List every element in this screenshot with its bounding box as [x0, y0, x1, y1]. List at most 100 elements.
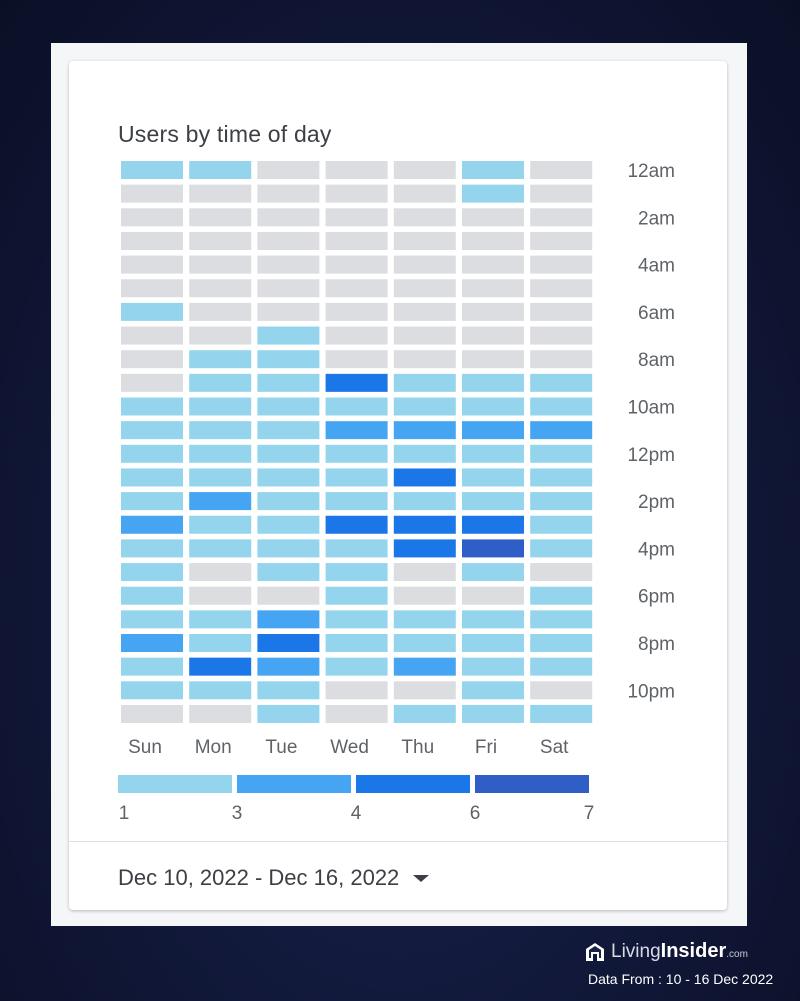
- heatmap-cell-sat-8am: [530, 350, 593, 369]
- heatmap-cell-fri-7pm: [462, 610, 524, 629]
- heatmap-cell-sat-10pm: [530, 681, 593, 700]
- data-from-caption: Data From : 10 - 16 Dec 2022: [588, 971, 774, 987]
- heatmap-cell-wed-2am: [325, 208, 388, 227]
- heatmap-cell-sun-12pm: [121, 444, 183, 463]
- heatmap-cell-wed-3am: [325, 231, 388, 250]
- heatmap-cell-thu-2pm: [393, 492, 456, 511]
- heatmap-cell-tue-2pm: [257, 492, 320, 511]
- heatmap-cell-sun-1am: [121, 184, 183, 203]
- brand-name-insider: Insider: [660, 940, 727, 962]
- legend-swatch-1: [118, 775, 232, 793]
- heatmap-cell-sat-2am: [530, 208, 593, 227]
- heatmap-cell-fri-8pm: [462, 634, 524, 652]
- heatmap-cell-fri-7am: [462, 326, 524, 345]
- legend-tick-label: 6: [470, 803, 481, 824]
- heatmap-cell-mon-4pm: [189, 539, 252, 558]
- heatmap-cell-thu-12pm: [393, 444, 456, 463]
- heatmap-cell-sat-12pm: [530, 444, 593, 463]
- heatmap-cell-tue-10pm: [257, 681, 320, 700]
- row-label-10am: 10am: [627, 398, 675, 419]
- heatmap-cell-mon-10am: [189, 397, 252, 416]
- heatmap-cell-mon-12pm: [189, 444, 252, 463]
- heatmap-cell-fri-6pm: [462, 586, 524, 605]
- heatmap-cell-sun-11am: [121, 421, 183, 440]
- heatmap-cell-mon-2pm: [189, 492, 252, 511]
- heatmap-cell-sun-4am: [121, 255, 183, 274]
- heatmap-cell-fri-1am: [462, 184, 524, 203]
- date-range-selector[interactable]: Dec 10, 2022 - Dec 16, 2022: [118, 861, 430, 895]
- heatmap-cell-sun-3pm: [121, 515, 183, 534]
- heatmap-cell-tue-12am: [257, 161, 320, 179]
- heatmap-cell-mon-6pm: [189, 586, 252, 605]
- heatmap-cell-sat-4pm: [530, 539, 593, 558]
- heatmap-cell-sat-12am: [530, 161, 593, 179]
- heatmap-cell-thu-1pm: [393, 468, 456, 487]
- heatmap-cell-wed-10am: [325, 397, 388, 416]
- row-label-8am: 8am: [638, 350, 675, 371]
- heatmap-cell-wed-4am: [325, 255, 388, 274]
- heatmap-cell-wed-8am: [325, 350, 388, 369]
- heatmap-cell-thu-8pm: [393, 634, 456, 652]
- heatmap-cell-fri-8am: [462, 350, 524, 369]
- heatmap-cell-thu-2am: [393, 208, 456, 227]
- legend-swatch-2: [237, 775, 351, 793]
- heatmap-cell-sun-9am: [121, 373, 183, 392]
- row-label-4am: 4am: [638, 256, 675, 277]
- heatmap-cell-mon-2am: [189, 208, 252, 227]
- heatmap-cell-sun-2pm: [121, 492, 183, 511]
- heatmap-cell-wed-1am: [325, 184, 388, 203]
- heatmap-cell-wed-4pm: [325, 539, 388, 558]
- heatmap-cell-tue-11pm: [257, 704, 320, 723]
- heatmap-cell-sat-1pm: [530, 468, 593, 487]
- heatmap-cell-tue-6am: [257, 302, 320, 321]
- heatmap-cell-thu-6am: [393, 302, 456, 321]
- heatmap-cell-tue-12pm: [257, 444, 320, 463]
- heatmap-cell-sun-1pm: [121, 468, 183, 487]
- column-label-sun: Sun: [128, 737, 162, 758]
- date-range-label: Dec 10, 2022 - Dec 16, 2022: [118, 865, 400, 890]
- heatmap-cell-mon-8pm: [189, 634, 252, 652]
- heatmap-cell-sun-4pm: [121, 539, 183, 558]
- heatmap-cell-fri-1pm: [462, 468, 524, 487]
- heatmap-cell-thu-5pm: [393, 563, 456, 582]
- heatmap-cell-tue-4pm: [257, 539, 320, 558]
- heatmap-cell-tue-7am: [257, 326, 320, 345]
- heatmap-cell-mon-5pm: [189, 563, 252, 582]
- column-label-tue: Tue: [265, 737, 297, 758]
- heatmap-cell-sat-9pm: [530, 657, 593, 676]
- heatmap-cell-mon-12am: [189, 161, 252, 179]
- heatmap-cell-sat-3pm: [530, 515, 593, 534]
- heatmap-cell-sat-7pm: [530, 610, 593, 629]
- row-label-10pm: 10pm: [627, 681, 675, 702]
- heatmap-cell-fri-4pm: [462, 539, 524, 558]
- heatmap-cell-sun-5pm: [121, 563, 183, 582]
- heatmap-cell-wed-11pm: [325, 704, 388, 723]
- heatmap-cell-mon-6am: [189, 302, 252, 321]
- heatmap-cell-tue-1am: [257, 184, 320, 203]
- row-label-2pm: 2pm: [638, 492, 675, 513]
- heatmap-cell-wed-12pm: [325, 444, 388, 463]
- row-label-2am: 2am: [638, 208, 675, 229]
- heatmap-cell-thu-9am: [393, 373, 456, 392]
- heatmap-cell-thu-8am: [393, 350, 456, 369]
- heatmap-cell-sun-12am: [121, 161, 183, 179]
- heatmap-cell-tue-1pm: [257, 468, 320, 487]
- heatmap-cell-thu-1am: [393, 184, 456, 203]
- heatmap-cell-wed-5am: [325, 279, 388, 298]
- heatmap-cell-sat-5pm: [530, 563, 593, 582]
- screenshot-frame: Users by time of day 12am 2am 4am 6am 8am 10a…: [51, 43, 747, 926]
- heatmap-cell-tue-3am: [257, 231, 320, 250]
- heatmap-cell-wed-9am: [325, 373, 388, 392]
- column-label-thu: Thu: [401, 737, 434, 758]
- legend-tick-label: 7: [584, 803, 595, 824]
- house-logo-icon: [586, 942, 604, 961]
- heatmap-cell-wed-5pm: [325, 563, 388, 582]
- heatmap-cell-fri-4am: [462, 255, 524, 274]
- heatmap-cell-wed-7pm: [325, 610, 388, 629]
- heatmap-cell-thu-3pm: [393, 515, 456, 534]
- heatmap-cell-fri-10am: [462, 397, 524, 416]
- heatmap-cell-sat-6am: [530, 302, 593, 321]
- heatmap-cell-sat-11am: [530, 421, 593, 440]
- column-label-fri: Fri: [475, 737, 497, 758]
- heatmap-cell-fri-6am: [462, 302, 524, 321]
